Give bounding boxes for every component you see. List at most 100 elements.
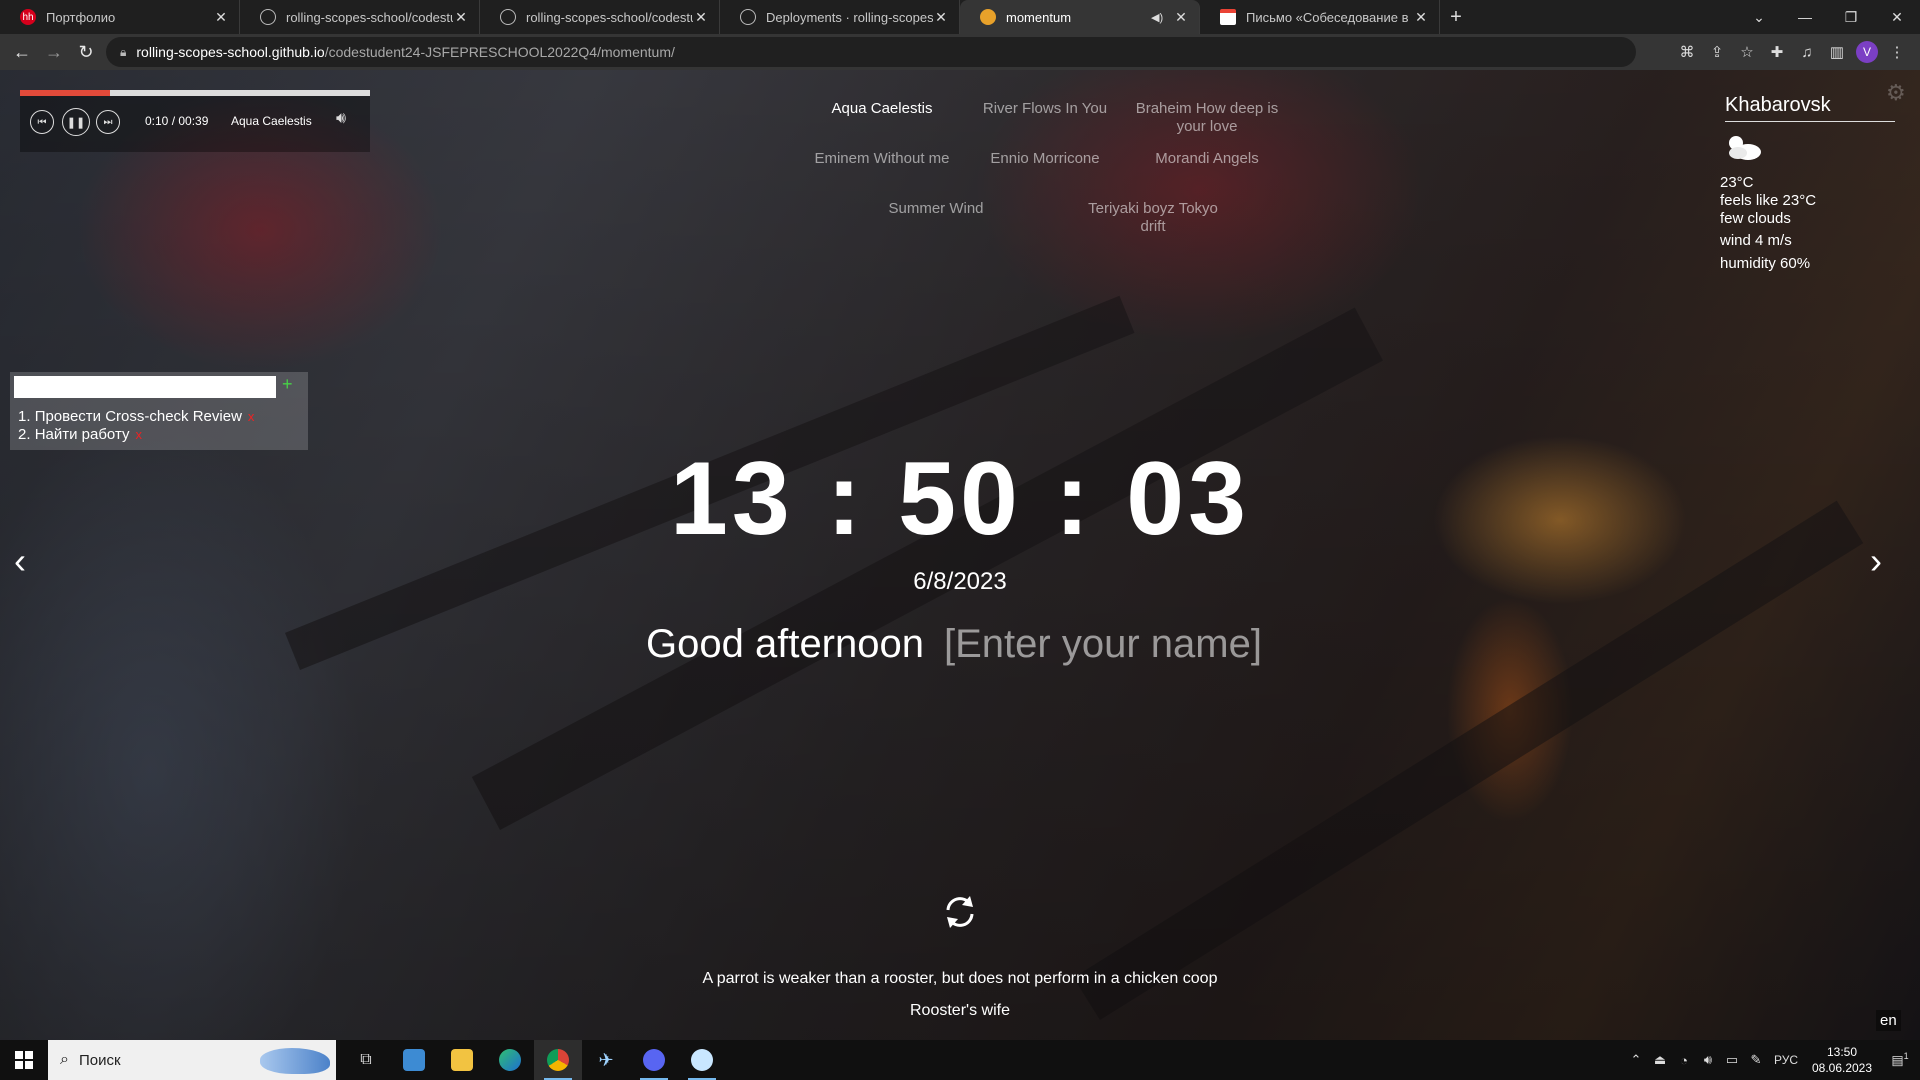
pen-icon[interactable]: ✎ bbox=[1744, 1052, 1768, 1068]
playlist-item[interactable]: Ennio Morricone bbox=[970, 150, 1120, 168]
todo-delete-button[interactable]: x bbox=[248, 409, 255, 424]
greeting-text: Good afternoon bbox=[646, 622, 924, 666]
tab-title: momentum bbox=[1006, 9, 1072, 25]
tab-portfolio[interactable]: hh Портфолио ✕ bbox=[0, 0, 240, 34]
task-view-icon[interactable]: ⧉ bbox=[342, 1040, 390, 1080]
tab-github-2[interactable]: rolling-scopes-school/codestude ✕ bbox=[480, 0, 720, 34]
discord-icon[interactable] bbox=[630, 1040, 678, 1080]
file-explorer-icon[interactable] bbox=[438, 1040, 486, 1080]
input-language[interactable]: РУС bbox=[1768, 1053, 1804, 1067]
tab-github-1[interactable]: rolling-scopes-school/codestude ✕ bbox=[240, 0, 480, 34]
network-icon[interactable]: ▭ bbox=[1720, 1052, 1744, 1068]
edge-icon[interactable] bbox=[486, 1040, 534, 1080]
translate-icon[interactable]: ⌘ bbox=[1672, 37, 1702, 67]
airplane-app-icon[interactable]: ✈ bbox=[582, 1040, 630, 1080]
close-tab-icon[interactable]: ✕ bbox=[1173, 9, 1189, 26]
notification-count: 1 bbox=[1903, 1051, 1909, 1062]
taskbar: ⌕ Поиск ⧉ ✈ ⌃ ⏏ ◔ 🔊︎ ▭ ✎ РУС 13:50 08.06… bbox=[0, 1040, 1920, 1080]
todo-input[interactable] bbox=[14, 376, 276, 398]
new-tab-button[interactable]: + bbox=[1440, 0, 1472, 34]
speaker-icon[interactable]: ◀) bbox=[1151, 11, 1167, 24]
tab-gmail[interactable]: Письмо «Собеседование в RAS» ✕ bbox=[1200, 0, 1440, 34]
tab-deployments[interactable]: Deployments · rolling-scopes-sch ✕ bbox=[720, 0, 960, 34]
player-time: 0:10 / 00:39 bbox=[145, 114, 209, 128]
name-input[interactable] bbox=[944, 622, 1274, 667]
weather-city[interactable]: Khabarovsk bbox=[1725, 94, 1895, 122]
avatar: V bbox=[1856, 41, 1878, 63]
volume-tray-icon[interactable]: 🔊︎ bbox=[1696, 1052, 1720, 1068]
close-tab-icon[interactable]: ✕ bbox=[693, 9, 709, 26]
tab-strip: hh Портфолио ✕ rolling-scopes-school/cod… bbox=[0, 0, 1920, 34]
windows-icon bbox=[15, 1051, 33, 1069]
tab-momentum[interactable]: momentum ◀) ✕ bbox=[960, 0, 1200, 34]
todo-add-button[interactable]: + bbox=[282, 374, 293, 395]
playlist-item[interactable]: Eminem Without me bbox=[807, 150, 957, 168]
language-toggle[interactable]: en bbox=[1876, 1010, 1901, 1031]
tab-title: Портфолио bbox=[46, 9, 116, 25]
playlist-item[interactable]: Morandi Angels bbox=[1132, 150, 1282, 168]
momentum-icon bbox=[980, 9, 996, 25]
weather-humidity: humidity 60% bbox=[1720, 255, 1811, 272]
todo-item: 1. Провести Cross-check Review x bbox=[18, 408, 255, 425]
browser-toolbar: ← → ↻ 🔒︎ rolling-scopes-school.github.io… bbox=[0, 34, 1920, 70]
usb-icon[interactable]: ⏏ bbox=[1648, 1052, 1672, 1068]
close-window-icon[interactable]: ✕ bbox=[1874, 0, 1920, 34]
github-icon bbox=[500, 9, 516, 25]
window-controls: ⌄ — ❐ ✕ bbox=[1736, 0, 1920, 34]
side-panel-icon[interactable]: ▥ bbox=[1822, 37, 1852, 67]
url-host: rolling-scopes-school.github.io bbox=[136, 44, 325, 60]
bookmark-star-icon[interactable]: ☆ bbox=[1732, 37, 1762, 67]
playlist-item[interactable]: Teriyaki boyz Tokyo drift bbox=[1078, 200, 1228, 236]
close-tab-icon[interactable]: ✕ bbox=[213, 9, 229, 26]
taskbar-search[interactable]: ⌕ Поиск bbox=[48, 1040, 336, 1080]
taskbar-date: 08.06.2023 bbox=[1811, 1061, 1873, 1075]
system-tray: ⌃ ⏏ ◔ 🔊︎ ▭ ✎ РУС 13:50 08.06.2023 ▤1 bbox=[1624, 1040, 1920, 1080]
forward-icon[interactable]: → bbox=[40, 38, 68, 66]
quote-text: A parrot is weaker than a rooster, but d… bbox=[702, 970, 1218, 987]
paint-app-icon[interactable] bbox=[678, 1040, 726, 1080]
close-tab-icon[interactable]: ✕ bbox=[933, 9, 949, 26]
weather-description: few clouds bbox=[1720, 210, 1791, 227]
back-icon[interactable]: ← bbox=[8, 38, 36, 66]
chevron-up-icon[interactable]: ⌃ bbox=[1624, 1052, 1648, 1068]
store-app-icon[interactable] bbox=[390, 1040, 438, 1080]
lock-icon: 🔒︎ bbox=[120, 44, 127, 59]
taskbar-time: 13:50 bbox=[1826, 1045, 1858, 1059]
extensions-icon[interactable]: ✚ bbox=[1762, 37, 1792, 67]
chrome-icon[interactable] bbox=[534, 1040, 582, 1080]
playlist-item[interactable]: River Flows In You bbox=[970, 100, 1120, 118]
close-tab-icon[interactable]: ✕ bbox=[453, 9, 469, 26]
playlist-item[interactable]: Braheim How deep is your love bbox=[1132, 100, 1282, 136]
refresh-quote-icon[interactable] bbox=[940, 892, 980, 932]
wifi-icon[interactable]: ◔ bbox=[1672, 1053, 1696, 1068]
pause-icon[interactable]: ❚❚ bbox=[62, 108, 90, 136]
tab-search-icon[interactable]: ⌄ bbox=[1736, 0, 1782, 34]
toolbar-actions: ⌘ ⇪ ☆ ✚ ♫ ▥ V ⋮ bbox=[1672, 37, 1912, 67]
github-icon bbox=[740, 9, 756, 25]
address-bar[interactable]: 🔒︎ rolling-scopes-school.github.io/codes… bbox=[106, 37, 1636, 67]
todo-item-text: Провести Cross-check Review bbox=[34, 408, 242, 425]
playlist-item[interactable]: Summer Wind bbox=[861, 200, 1011, 218]
media-control-icon[interactable]: ♫ bbox=[1792, 37, 1822, 67]
volume-icon[interactable]: 🔊︎ bbox=[336, 110, 346, 128]
player-track-title: Aqua Caelestis bbox=[231, 114, 312, 128]
tab-title: rolling-scopes-school/codestude bbox=[526, 9, 693, 25]
profile-button[interactable]: V bbox=[1852, 37, 1882, 67]
previous-track-icon[interactable]: ⏮ bbox=[30, 110, 54, 134]
reload-icon[interactable]: ↻ bbox=[72, 38, 100, 66]
taskbar-clock[interactable]: 13:50 08.06.2023 bbox=[1804, 1044, 1880, 1076]
close-tab-icon[interactable]: ✕ bbox=[1413, 9, 1429, 26]
playlist-item[interactable]: Aqua Caelestis bbox=[807, 100, 957, 118]
share-icon[interactable]: ⇪ bbox=[1702, 37, 1732, 67]
weather-temperature: 23°C bbox=[1720, 174, 1754, 191]
restore-icon[interactable]: ❐ bbox=[1828, 0, 1874, 34]
progress-bar[interactable] bbox=[20, 90, 370, 96]
start-button[interactable] bbox=[0, 1040, 48, 1080]
next-track-icon[interactable]: ⏭ bbox=[96, 110, 120, 134]
url-path: /codestudent24-JSFEPRESCHOOL2022Q4/momen… bbox=[324, 44, 675, 60]
quote-author: Rooster's wife bbox=[910, 1002, 1010, 1019]
momentum-page: ⚙ ⏮ ❚❚ ⏭ 0:10 / 00:39 Aqua Caelestis 🔊︎ … bbox=[0, 70, 1920, 1040]
minimize-icon[interactable]: — bbox=[1782, 0, 1828, 34]
notifications-icon[interactable]: ▤1 bbox=[1880, 1051, 1920, 1068]
menu-icon[interactable]: ⋮ bbox=[1882, 37, 1912, 67]
